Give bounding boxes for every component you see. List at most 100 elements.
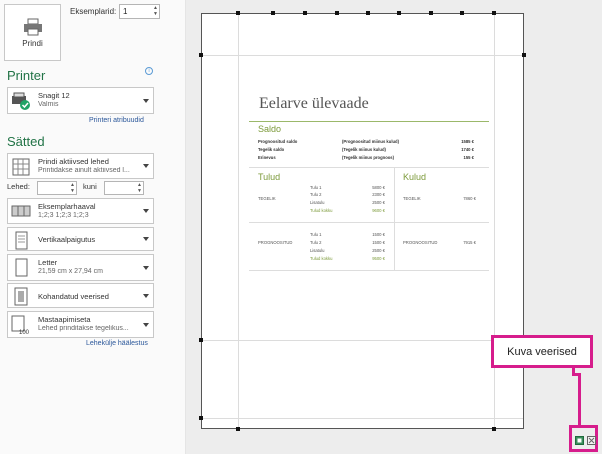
copies-value: 1	[123, 7, 128, 16]
income-row-value: 2500 €	[372, 200, 385, 205]
zoom-to-page-icon[interactable]	[587, 436, 596, 445]
chevron-down-icon	[143, 164, 149, 168]
row-divider	[249, 270, 489, 271]
income-row-label: Lisatulu	[310, 200, 325, 205]
margin-guide-footer	[202, 340, 523, 341]
spinner-arrows-icon[interactable]: ▲ ▼	[137, 182, 142, 194]
margin-handle[interactable]	[303, 11, 307, 15]
income-projected-label: PROGNOOSITUD	[258, 240, 293, 245]
income-total-label: Tulud kokku	[310, 208, 333, 213]
income-row-value: 1500 €	[372, 240, 385, 245]
show-margins-callout: Kuva veerised	[491, 335, 593, 368]
margin-handle[interactable]	[199, 53, 203, 57]
expenses-projected-value: 7915 €	[463, 240, 476, 245]
orientation-dropdown[interactable]: Vertikaalpaigutus	[7, 227, 154, 251]
copies-spinner[interactable]: 1 ▲ ▼	[119, 4, 160, 19]
balance-desc: (Tegelik miinus prognoos)	[342, 155, 395, 160]
margin-guide-left	[238, 14, 239, 428]
paper-icon	[15, 258, 28, 277]
printer-dropdown[interactable]: Snagit 12 Valmis	[7, 87, 154, 114]
printer-name: Snagit 12	[38, 91, 70, 100]
margin-handle[interactable]	[271, 11, 275, 15]
page-preview	[201, 13, 524, 429]
pages-label: Lehed:	[7, 182, 30, 191]
balance-desc: (Tegelik miinus kulud)	[342, 147, 386, 152]
margin-handle[interactable]	[236, 427, 240, 431]
orientation-title: Vertikaalpaigutus	[38, 235, 96, 244]
chevron-down-icon	[143, 293, 149, 298]
pages-to-label: kuni	[83, 182, 97, 191]
income-row-value: 2500 €	[372, 248, 385, 253]
scaling-sub: Lehed prinditakse tegelikus...	[38, 325, 129, 332]
margin-guide-bottom	[202, 418, 523, 419]
row-divider	[249, 222, 489, 223]
spinner-arrows-icon[interactable]: ▲ ▼	[70, 182, 75, 194]
income-actual-label: TEGELIK	[258, 196, 276, 201]
section-divider	[249, 167, 489, 168]
balance-value: 1740 €	[461, 147, 474, 152]
print-settings-panel: Prindi Eksemplarid: 1 ▲ ▼ Printer i Snagi…	[0, 0, 186, 454]
margin-handle[interactable]	[236, 11, 240, 15]
margin-handle[interactable]	[366, 11, 370, 15]
margin-handle[interactable]	[335, 11, 339, 15]
margins-icon	[14, 287, 28, 306]
paper-title: Letter	[38, 258, 58, 267]
collate-title: Eksemplarhaaval	[38, 202, 96, 211]
margin-handle[interactable]	[522, 53, 526, 57]
income-row-label: Tulu 2	[310, 192, 322, 197]
collate-sub: 1;2;3 1;2;3 1;2;3	[38, 212, 89, 219]
printer-section-title: Printer	[7, 68, 46, 83]
printer-status: Valmis	[38, 101, 59, 108]
collate-dropdown[interactable]: Eksemplarhaaval 1;2;3 1;2;3 1;2;3	[7, 198, 154, 224]
info-icon[interactable]: i	[145, 67, 153, 75]
chevron-down-icon	[143, 322, 149, 327]
balance-label: Prognoositud saldo	[258, 139, 298, 144]
copies-label: Eksemplarid:	[70, 7, 117, 16]
margin-handle[interactable]	[429, 11, 433, 15]
margin-handle[interactable]	[199, 416, 203, 420]
expenses-actual-label: TEGELIK	[403, 196, 421, 201]
expenses-projected-label: PROGNOOSITUD	[403, 240, 438, 245]
margin-handle[interactable]	[492, 427, 496, 431]
scaling-dropdown[interactable]: 100 Mastaapimiseta Lehed prinditakse teg…	[7, 311, 154, 338]
page-setup-link[interactable]: Lehekülje häälestus	[86, 340, 148, 347]
margin-handle[interactable]	[492, 11, 496, 15]
show-margins-icon[interactable]	[575, 436, 584, 445]
sheet-grid-icon	[12, 158, 30, 176]
chevron-down-icon	[143, 98, 149, 103]
income-total-label: Tulud kokku	[310, 256, 333, 261]
callout-text: Kuva veerised	[507, 345, 577, 358]
printer-ready-icon	[12, 92, 30, 110]
printer-icon	[23, 18, 42, 35]
paper-size-dropdown[interactable]: Letter 21,59 cm x 27,94 cm	[7, 254, 154, 281]
margins-dropdown[interactable]: Kohandatud veerised	[7, 283, 154, 308]
chevron-down-icon	[143, 237, 149, 241]
pages-to-input[interactable]: ▲ ▼	[104, 181, 144, 195]
portrait-page-icon	[15, 231, 28, 250]
print-button[interactable]: Prindi	[4, 4, 61, 61]
print-what-dropdown[interactable]: Prindi aktiivsed lehed Printidakse ainul…	[7, 153, 154, 179]
printer-properties-link[interactable]: Printeri atribuudid	[89, 117, 144, 124]
print-what-sub: Printidakse ainult aktiivsed l...	[38, 167, 130, 174]
balance-value: 155 €	[463, 155, 474, 160]
scaling-title: Mastaapimiseta	[38, 315, 91, 324]
margin-handle[interactable]	[397, 11, 401, 15]
spinner-arrows-icon[interactable]: ▲ ▼	[153, 5, 158, 17]
income-heading: Tulud	[258, 172, 281, 182]
document-title: Eelarve ülevaade	[259, 95, 369, 112]
expenses-actual-value: 7860 €	[463, 196, 476, 201]
balance-desc: (Prognoositud miinus kulud)	[342, 139, 399, 144]
margin-handle[interactable]	[460, 11, 464, 15]
chevron-down-icon	[143, 209, 149, 213]
income-row-label: Lisatulu	[310, 248, 325, 253]
settings-section-title: Sätted	[7, 134, 45, 149]
pages-from-input[interactable]: ▲ ▼	[37, 181, 77, 195]
balance-value: 1585 €	[461, 139, 474, 144]
income-row-value: 1500 €	[372, 232, 385, 237]
print-button-label: Prindi	[22, 38, 43, 48]
margin-handle[interactable]	[199, 338, 203, 342]
balance-heading: Saldo	[258, 124, 282, 134]
title-divider	[249, 121, 489, 122]
expenses-heading: Kulud	[403, 172, 427, 182]
svg-text:100: 100	[19, 330, 30, 335]
